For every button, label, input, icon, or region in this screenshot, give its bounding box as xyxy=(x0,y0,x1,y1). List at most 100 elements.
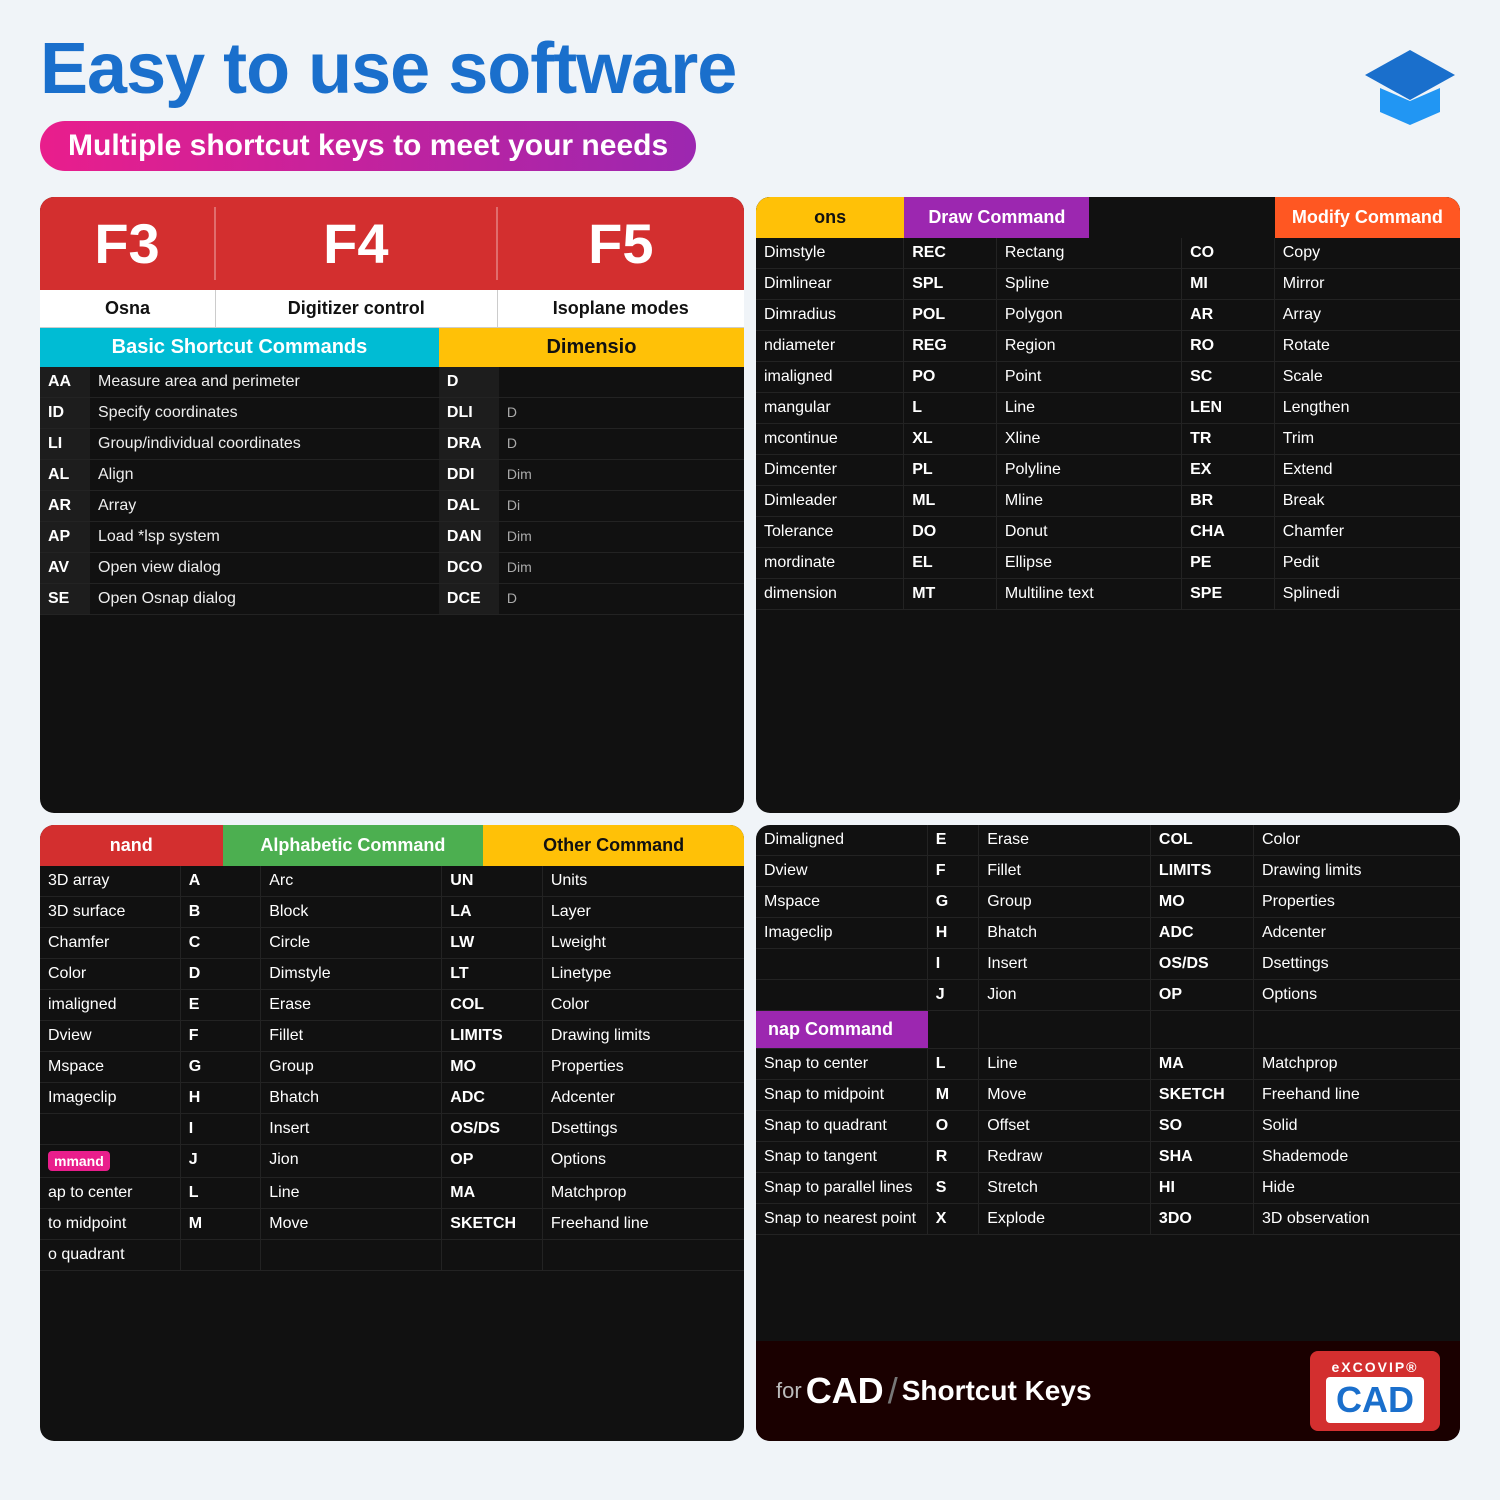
table-row: mangular L Line LEN Lengthen xyxy=(756,393,1460,424)
table-row: Mspace G Group MO Properties xyxy=(40,1052,744,1083)
table-row: I Insert OS/DS Dsettings xyxy=(40,1114,744,1145)
table-row: Snap to parallel lines S Stretch HI Hide xyxy=(756,1173,1460,1204)
dim-dal: DAL Di xyxy=(439,491,744,522)
table-row: o quadrant xyxy=(40,1240,744,1271)
table-row: Dview F Fillet LIMITS Drawing limits xyxy=(756,856,1460,887)
card-draw-modify: ons Draw Command Modify Command Dimstyle… xyxy=(756,197,1460,813)
table-row: Chamfer C Circle LW Lweight xyxy=(40,928,744,959)
fkey-f5: F5 xyxy=(498,207,744,280)
table-row: Imageclip H Bhatch ADC Adcenter xyxy=(40,1083,744,1114)
shortcut-keys-text: Shortcut Keys xyxy=(902,1375,1092,1407)
table-row: Snap to quadrant O Offset SO Solid xyxy=(756,1111,1460,1142)
table-row: Imageclip H Bhatch ADC Adcenter xyxy=(756,918,1460,949)
cmd-row-se: SE Open Osnap dialog xyxy=(40,584,439,615)
table-row: 3D surface B Block LA Layer xyxy=(40,897,744,928)
snap-command-header: nap Command xyxy=(756,1011,928,1048)
table-row: mordinate EL Ellipse PE Pedit xyxy=(756,548,1460,579)
table-row: Snap to center L Line MA Matchprop xyxy=(756,1049,1460,1080)
dim-cmd-col: D DLI D DRA D DDI Dim DAL Di xyxy=(439,367,744,813)
table-row: Snap to nearest point X Explode 3DO 3D o… xyxy=(756,1204,1460,1235)
header-alpha: Alphabetic Command xyxy=(223,825,484,866)
fkey-f4: F4 xyxy=(216,207,498,280)
table-row: ap to center L Line MA Matchprop xyxy=(40,1178,744,1209)
cmd-row-al: AL Align xyxy=(40,460,439,491)
fkey-row: F3 F4 F5 xyxy=(40,197,744,290)
header-ons: ons xyxy=(756,197,904,238)
header-modify: Modify Command xyxy=(1275,197,1460,238)
header-left: Easy to use software Multiple shortcut k… xyxy=(40,30,736,171)
card2-header: ons Draw Command Modify Command xyxy=(756,197,1460,238)
commands-grid: AA Measure area and perimeter ID Specify… xyxy=(40,367,744,813)
table-row: Snap to midpoint M Move SKETCH Freehand … xyxy=(756,1080,1460,1111)
dim-dan: DAN Dim xyxy=(439,522,744,553)
table-row: dimension MT Multiline text SPE Splinedi xyxy=(756,579,1460,610)
excovip-cad-label: CAD xyxy=(1326,1377,1424,1423)
basic-cmd-col: AA Measure area and perimeter ID Specify… xyxy=(40,367,439,813)
cmd-row-ar: AR Array xyxy=(40,491,439,522)
table-row: Dimstyle REC Rectang CO Copy xyxy=(756,238,1460,269)
card4-content: Dimaligned E Erase COL Color Dview F Fil… xyxy=(756,825,1460,1341)
table-row: Dview F Fillet LIMITS Drawing limits xyxy=(40,1021,744,1052)
table-row: Tolerance DO Donut CHA Chamfer xyxy=(756,517,1460,548)
fkey-f5-desc: Isoplane modes xyxy=(498,290,744,327)
subtitle-pill: Multiple shortcut keys to meet your need… xyxy=(40,121,696,171)
main-grid: F3 F4 F5 Osna Digitizer control Isoplane… xyxy=(0,181,1500,1461)
table-row: Dimcenter PL Polyline EX Extend xyxy=(756,455,1460,486)
cmd-row-ap: AP Load *lsp system xyxy=(40,522,439,553)
header-nand: nand xyxy=(40,825,223,866)
card2-rows: Dimstyle REC Rectang CO Copy Dimlinear S… xyxy=(756,238,1460,813)
table-row: I Insert OS/DS Dsettings xyxy=(756,949,1460,980)
table-row: Mspace G Group MO Properties xyxy=(756,887,1460,918)
fkey-f4-desc: Digitizer control xyxy=(216,290,498,327)
dim-dce: DCE D xyxy=(439,584,744,615)
table-row: imaligned PO Point SC Scale xyxy=(756,362,1460,393)
cmd-row-li: LI Group/individual coordinates xyxy=(40,429,439,460)
table-row: 3D array A Arc UN Units xyxy=(40,866,744,897)
dim-dli: DLI D xyxy=(439,398,744,429)
table-row: Color D Dimstyle LT Linetype xyxy=(40,959,744,990)
table-row: mmand J Jion OP Options xyxy=(40,1145,744,1178)
table-row: J Jion OP Options xyxy=(756,980,1460,1011)
card3-rows: 3D array A Arc UN Units 3D surface B Blo… xyxy=(40,866,744,1441)
cmd-row-aa: AA Measure area and perimeter xyxy=(40,367,439,398)
table-row: Dimradius POL Polygon AR Array xyxy=(756,300,1460,331)
card-alphabetic: nand Alphabetic Command Other Command 3D… xyxy=(40,825,744,1441)
cmd-row-av: AV Open view dialog xyxy=(40,553,439,584)
cad-text: CAD xyxy=(806,1370,884,1412)
table-row: imaligned E Erase COL Color xyxy=(40,990,744,1021)
dim-d: D xyxy=(439,367,744,398)
cmd-row-id: ID Specify coordinates xyxy=(40,398,439,429)
table-row: to midpoint M Move SKETCH Freehand line xyxy=(40,1209,744,1240)
table-row: Dimleader ML Mline BR Break xyxy=(756,486,1460,517)
table-row: Dimlinear SPL Spline MI Mirror xyxy=(756,269,1460,300)
graduation-icon xyxy=(1360,40,1460,140)
fkey-f3: F3 xyxy=(40,207,216,280)
dim-dra: DRA D xyxy=(439,429,744,460)
table-row: Dimaligned E Erase COL Color xyxy=(756,825,1460,856)
fkey-f3-desc: Osna xyxy=(40,290,216,327)
header-draw: Draw Command xyxy=(904,197,1089,238)
table-row: mcontinue XL Xline TR Trim xyxy=(756,424,1460,455)
page-header: Easy to use software Multiple shortcut k… xyxy=(0,0,1500,181)
section-headers: Basic Shortcut Commands Dimensio xyxy=(40,328,744,367)
basic-shortcut-header: Basic Shortcut Commands xyxy=(40,328,439,367)
table-row: ndiameter REG Region RO Rotate xyxy=(756,331,1460,362)
card4-footer: for CAD / Shortcut Keys eXCOVIP® CAD xyxy=(756,1341,1460,1441)
for-text: for xyxy=(776,1378,802,1404)
header-other: Other Command xyxy=(483,825,744,866)
table-row: Snap to tangent R Redraw SHA Shademode xyxy=(756,1142,1460,1173)
slash-text: / xyxy=(888,1370,898,1412)
excovip-brand: eXCOVIP® CAD xyxy=(1310,1351,1440,1431)
card3-header: nand Alphabetic Command Other Command xyxy=(40,825,744,866)
excovip-label: eXCOVIP® xyxy=(1326,1359,1424,1375)
header-spacer xyxy=(1089,197,1274,238)
card-snap: Dimaligned E Erase COL Color Dview F Fil… xyxy=(756,825,1460,1441)
card-fkeys: F3 F4 F5 Osna Digitizer control Isoplane… xyxy=(40,197,744,813)
dim-dco: DCO Dim xyxy=(439,553,744,584)
fkey-desc-row: Osna Digitizer control Isoplane modes xyxy=(40,290,744,328)
main-title: Easy to use software xyxy=(40,30,736,109)
dimension-header: Dimensio xyxy=(439,328,744,367)
snap-header-row: nap Command xyxy=(756,1011,1460,1049)
dim-ddi: DDI Dim xyxy=(439,460,744,491)
footer-title: for CAD / Shortcut Keys xyxy=(776,1370,1092,1412)
